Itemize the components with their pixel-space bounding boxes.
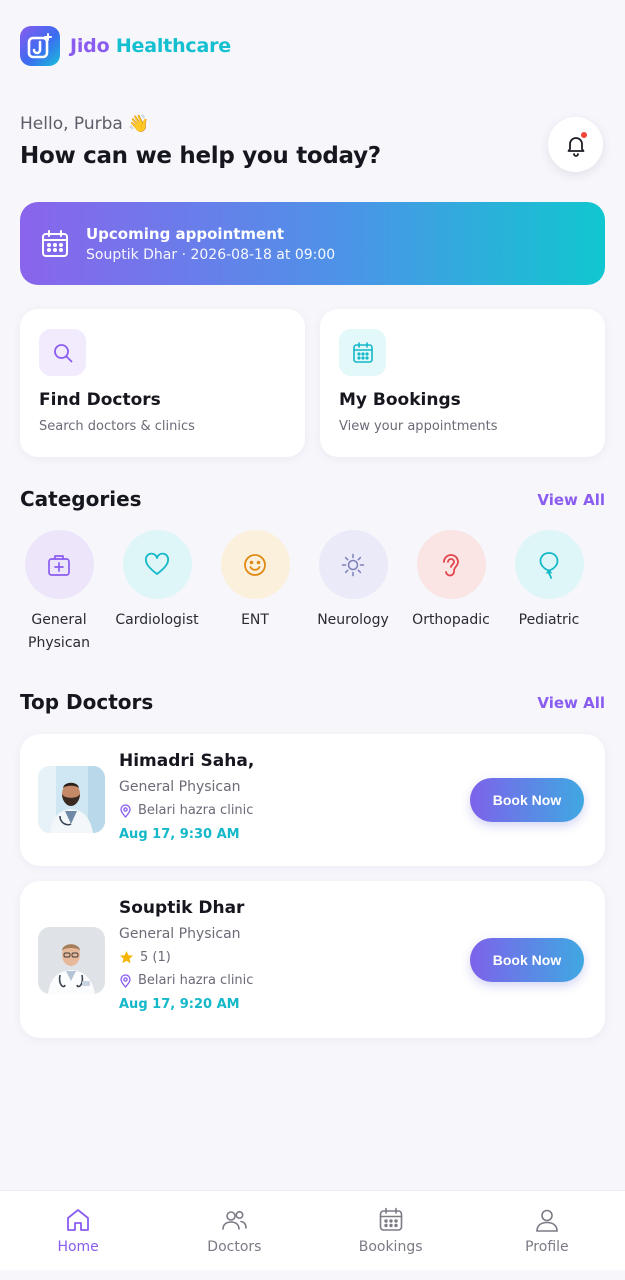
doctor-card[interactable]: Himadri Saha, General Physican Belari ha…	[20, 734, 605, 866]
location-pin-icon	[120, 973, 131, 988]
doctor-photo	[38, 927, 105, 994]
top-doctors-title: Top Doctors	[20, 690, 154, 714]
category-label: General Physican	[28, 612, 90, 651]
location-pin-icon	[120, 803, 131, 818]
category-orthopadic[interactable]: Orthopadic	[402, 530, 500, 632]
find-doctors-subtitle: Search doctors & clinics	[39, 419, 195, 434]
tab-doctors[interactable]: Doctors	[156, 1191, 312, 1270]
book-now-button[interactable]: Book Now	[470, 778, 584, 822]
tab-profile[interactable]: Profile	[469, 1191, 625, 1270]
doctor-clinic: Belari hazra clinic	[138, 973, 254, 988]
categories-view-all-link[interactable]: View All	[537, 491, 605, 509]
my-bookings-card[interactable]: My Bookings View your appointments	[320, 309, 605, 457]
app-title: Jido Healthcare	[70, 35, 231, 57]
upcoming-appointment-banner[interactable]: Upcoming appointment Souptik Dhar · 2026…	[20, 202, 605, 285]
users-icon	[222, 1211, 248, 1230]
balloon-icon	[514, 530, 584, 599]
heart-icon	[122, 530, 192, 599]
category-ent[interactable]: ENT	[206, 530, 304, 632]
appointment-details: Souptik Dhar · 2026-08-18 at 09:00	[86, 246, 336, 263]
star-icon	[120, 951, 133, 964]
category-label: Neurology	[317, 612, 389, 628]
app-title-part2: Healthcare	[115, 35, 231, 57]
app-header: Jido Healthcare	[20, 26, 231, 66]
category-pediatric[interactable]: Pediatric	[500, 530, 598, 632]
first-aid-kit-icon	[24, 530, 94, 599]
my-bookings-subtitle: View your appointments	[339, 419, 498, 434]
tab-label: Bookings	[358, 1239, 423, 1255]
tab-label: Profile	[525, 1239, 569, 1255]
categories-title: Categories	[20, 487, 142, 511]
notifications-button[interactable]	[548, 117, 603, 172]
doctor-photo	[38, 766, 105, 833]
doctor-name: Himadri Saha,	[119, 751, 255, 771]
sun-icon	[318, 530, 388, 599]
doctor-slot-time: Aug 17, 9:20 AM	[119, 997, 240, 1012]
app-logo-icon	[20, 26, 60, 66]
calendar-icon	[339, 329, 386, 376]
doctor-location: Belari hazra clinic	[119, 803, 254, 818]
doctor-specialty: General Physican	[119, 926, 241, 942]
doctor-specialty: General Physican	[119, 779, 241, 795]
calendar-icon	[379, 1207, 402, 1231]
search-icon	[39, 329, 86, 376]
greeting-text: Hello, Purba 👋	[20, 114, 150, 134]
doctor-slot-time: Aug 17, 9:30 AM	[119, 827, 240, 842]
tab-home[interactable]: Home	[0, 1191, 156, 1270]
category-label: Orthopadic	[412, 612, 490, 628]
app-title-part1: Jido	[70, 35, 110, 57]
bottom-tab-bar: Home Doctors Bookings Profile	[0, 1190, 625, 1270]
find-doctors-card[interactable]: Find Doctors Search doctors & clinics	[20, 309, 305, 457]
doctor-card[interactable]: Souptik Dhar General Physican 5 (1) Bela…	[20, 881, 605, 1038]
my-bookings-title: My Bookings	[339, 390, 461, 410]
notification-badge	[581, 132, 587, 138]
category-label: Cardiologist	[115, 612, 199, 628]
book-now-button[interactable]: Book Now	[470, 938, 584, 982]
tab-label: Home	[57, 1239, 99, 1255]
doctor-rating-value: 5 (1)	[140, 950, 171, 965]
calendar-icon	[42, 229, 68, 257]
category-general-physican[interactable]: General Physican	[10, 530, 108, 655]
category-cardiologist[interactable]: Cardiologist	[108, 530, 206, 632]
user-icon	[536, 1209, 558, 1232]
tab-label: Doctors	[207, 1239, 262, 1255]
smiley-icon	[220, 530, 290, 599]
doctor-clinic: Belari hazra clinic	[138, 803, 254, 818]
category-neurology[interactable]: Neurology	[304, 530, 402, 632]
ear-icon	[416, 530, 486, 599]
doctor-name: Souptik Dhar	[119, 898, 245, 918]
tab-bookings[interactable]: Bookings	[313, 1191, 469, 1270]
appointment-title: Upcoming appointment	[86, 224, 285, 243]
category-label: Pediatric	[518, 612, 580, 628]
doctor-location: Belari hazra clinic	[119, 973, 253, 988]
category-label: ENT	[241, 612, 269, 628]
find-doctors-title: Find Doctors	[39, 390, 161, 410]
home-icon	[67, 1209, 90, 1231]
doctor-rating: 5 (1)	[119, 950, 253, 965]
page-headline: How can we help you today?	[20, 143, 381, 169]
top-doctors-view-all-link[interactable]: View All	[537, 694, 605, 712]
